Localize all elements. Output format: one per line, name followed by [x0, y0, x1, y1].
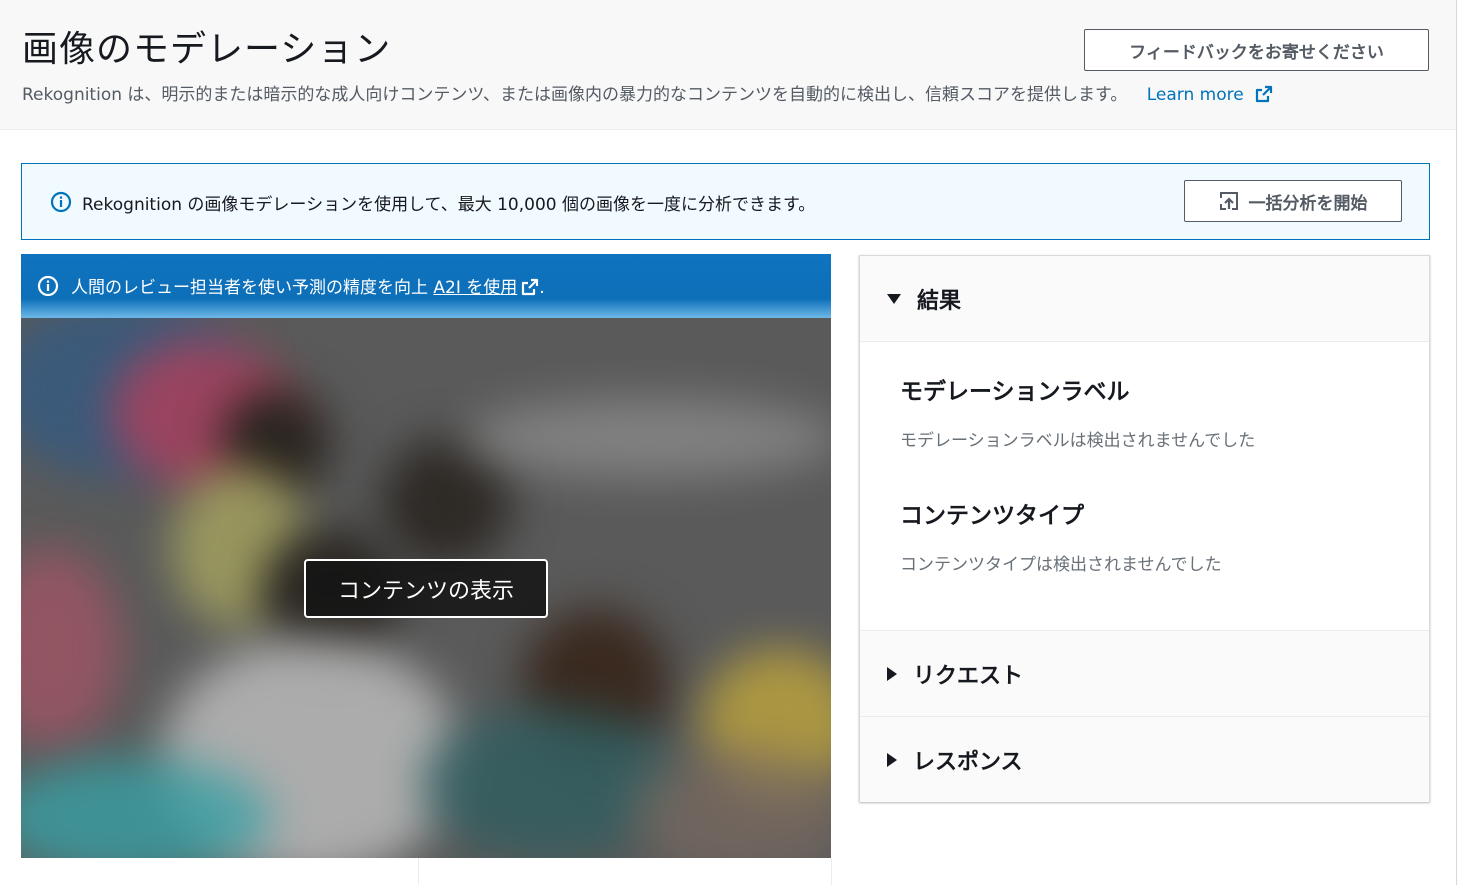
request-section-header[interactable]: リクエスト [860, 630, 1429, 717]
learn-more-link[interactable]: Learn more [1147, 85, 1273, 105]
info-icon [37, 275, 59, 297]
learn-more-label: Learn more [1146, 85, 1244, 105]
upload-icon [1219, 192, 1238, 210]
feedback-button[interactable]: フィードバックをお寄せください [1084, 29, 1429, 71]
info-flash: Rekognition の画像モデレーションを使用して、最大 10,000 個の… [21, 163, 1430, 240]
image-panel: 人間のレビュー担当者を使い予測の精度を向上 A2I を使用. コンテンツの表示 [21, 254, 831, 858]
results-panel: 結果 モデレーションラベル モデレーションラベルは検出されませんでした コンテン… [859, 255, 1430, 802]
caret-down-icon [887, 293, 901, 304]
info-icon [50, 191, 72, 213]
a2i-message: 人間のレビュー担当者を使い予測の精度を向上 [71, 278, 428, 298]
a2i-suffix: . [539, 278, 545, 298]
content-type-text: コンテンツタイプは検出されませんでした [900, 555, 1222, 575]
caret-right-icon [887, 666, 897, 681]
external-link-icon [1256, 85, 1273, 103]
results-section-header[interactable]: 結果 [860, 256, 1429, 342]
batch-button-label: 一括分析を開始 [1248, 193, 1368, 214]
a2i-link[interactable]: A2I を使用 [433, 278, 517, 298]
description-text: Rekognition は、明示的または暗示的な成人向けコンテンツ、または画像内… [22, 85, 1128, 105]
a2i-banner: 人間のレビュー担当者を使い予測の精度を向上 A2I を使用. [21, 254, 831, 318]
moderation-label-text: モデレーションラベルは検出されませんでした [900, 431, 1256, 451]
page-description: Rekognition は、明示的または暗示的な成人向けコンテンツ、または画像内… [22, 80, 1273, 105]
page-title: 画像のモデレーション [22, 29, 392, 70]
start-batch-analysis-button[interactable]: 一括分析を開始 [1184, 180, 1402, 222]
a2i-text: 人間のレビュー担当者を使い予測の精度を向上 A2I を使用. [71, 273, 545, 298]
request-title: リクエスト [913, 663, 1024, 689]
response-title: レスポンス [913, 749, 1023, 775]
divider [831, 858, 832, 885]
page-header: 画像のモデレーション Rekognition は、明示的または暗示的な成人向けコ… [0, 0, 1456, 130]
results-title: 結果 [917, 288, 962, 314]
response-section-header[interactable]: レスポンス [860, 717, 1429, 802]
results-body: モデレーションラベル モデレーションラベルは検出されませんでした コンテンツタイ… [860, 342, 1429, 630]
moderation-label-heading: モデレーションラベル [900, 379, 1130, 405]
page-edge [1456, 0, 1457, 885]
caret-right-icon [887, 752, 897, 767]
divider [418, 858, 419, 885]
info-flash-text: Rekognition の画像モデレーションを使用して、最大 10,000 個の… [82, 195, 816, 215]
external-link-icon [522, 278, 539, 296]
a2i-link-label: A2I を使用 [433, 278, 518, 298]
view-content-button[interactable]: コンテンツの表示 [304, 559, 548, 618]
content-type-heading: コンテンツタイプ [900, 503, 1084, 529]
